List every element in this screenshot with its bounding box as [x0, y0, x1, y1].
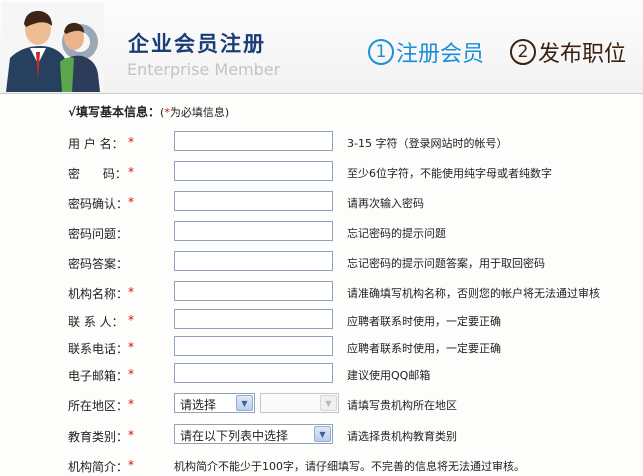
answer-label: 密码答案：	[68, 257, 129, 271]
confirm-password-label: 密码确认：	[68, 197, 129, 211]
required-mark: *	[128, 195, 134, 209]
province-select-value: 请选择	[180, 398, 217, 412]
province-select[interactable]: 请选择 ▼	[174, 393, 255, 413]
org-name-input[interactable]	[174, 281, 333, 301]
row-edu-type: 教育类别： * 请在以下列表中选择 ▼ 请选择贵机构教育类别	[0, 424, 643, 446]
row-intro: 机构简介： * 机构简介不能少于100字，请仔细填写。不完善的信息将无法通过审核…	[0, 454, 643, 476]
section-title: 填写基本信息：	[76, 105, 161, 119]
business-people-icon	[2, 2, 104, 92]
password-input[interactable]	[174, 161, 333, 181]
confirm-password-hint: 请再次输入密码	[347, 197, 424, 210]
required-mark: *	[128, 135, 134, 149]
step-post-job: 2 发布职位	[510, 36, 626, 68]
row-username: 用 户 名： * 3-15 字符（登录网站时的帐号）	[0, 131, 643, 153]
row-question: 密码问题： 忘记密码的提示问题	[0, 221, 643, 243]
row-org-name: 机构名称： * 请准确填写机构名称，否则您的帐户将无法通过审核	[0, 281, 643, 303]
phone-hint: 应聘者联系时使用，一定要正确	[347, 342, 501, 355]
section-heading: √填写基本信息：(*为必填信息)	[68, 103, 229, 120]
required-mark: *	[128, 367, 134, 381]
email-input[interactable]	[174, 363, 333, 383]
chevron-down-icon: ▼	[314, 426, 331, 442]
org-name-hint: 请准确填写机构名称，否则您的帐户将无法通过审核	[347, 287, 600, 300]
row-answer: 密码答案： 忘记密码的提示问题答案，用于取回密码	[0, 251, 643, 273]
password-label: 密 码：	[68, 167, 127, 181]
username-label: 用 户 名：	[68, 137, 124, 151]
edu-type-label: 教育类别：	[68, 430, 129, 444]
required-mark: *	[128, 313, 134, 327]
region-hint: 请填写贵机构所在地区	[347, 399, 457, 412]
required-mark: *	[128, 165, 134, 179]
row-password: 密 码： * 至少6位字符，不能使用纯字母或者纯数字	[0, 161, 643, 183]
confirm-password-input[interactable]	[174, 191, 333, 211]
phone-input[interactable]	[174, 336, 333, 356]
question-label: 密码问题：	[68, 227, 129, 241]
edu-type-hint: 请选择贵机构教育类别	[347, 430, 457, 443]
username-hint: 3-15 字符（登录网站时的帐号）	[347, 137, 508, 150]
chevron-down-icon: ▼	[320, 395, 337, 411]
required-mark: *	[128, 285, 134, 299]
edu-type-select-value: 请在以下列表中选择	[180, 429, 289, 443]
email-hint: 建议使用QQ邮箱	[347, 369, 431, 382]
intro-label: 机构简介：	[68, 460, 129, 474]
checkmark-icon: √	[68, 105, 77, 119]
row-confirm-password: 密码确认： * 请再次输入密码	[0, 191, 643, 213]
row-phone: 联系电话： * 应聘者联系时使用，一定要正确	[0, 336, 643, 358]
required-mark: *	[128, 397, 134, 411]
edu-type-select[interactable]: 请在以下列表中选择 ▼	[174, 424, 333, 444]
chevron-down-icon: ▼	[236, 395, 253, 411]
org-name-label: 机构名称：	[68, 287, 129, 301]
row-contact: 联 系 人： * 应聘者联系时使用，一定要正确	[0, 309, 643, 331]
answer-hint: 忘记密码的提示问题答案，用于取回密码	[347, 257, 545, 270]
page-subtitle: Enterprise Member	[127, 60, 281, 79]
phone-label: 联系电话：	[68, 342, 129, 356]
required-mark: *	[128, 458, 134, 472]
page-header: 企业会员注册 Enterprise Member 1 注册会员 2 发布职位	[0, 0, 643, 94]
region-label: 所在地区：	[68, 399, 129, 413]
step-number-1: 1	[368, 39, 394, 65]
city-select[interactable]: ▼	[260, 393, 339, 413]
contact-hint: 应聘者联系时使用，一定要正确	[347, 315, 501, 328]
required-mark: *	[128, 340, 134, 354]
email-label: 电子邮箱：	[68, 369, 129, 383]
answer-input[interactable]	[174, 251, 333, 271]
contact-label: 联 系 人：	[68, 315, 124, 329]
username-input[interactable]	[174, 131, 333, 151]
row-region: 所在地区： * 请选择 ▼ ▼ 请填写贵机构所在地区	[0, 393, 643, 415]
step-number-2: 2	[510, 39, 536, 65]
required-mark: *	[128, 428, 134, 442]
required-note: (*为必填信息)	[160, 106, 230, 119]
step-label-2: 发布职位	[538, 42, 627, 67]
question-hint: 忘记密码的提示问题	[347, 227, 446, 240]
password-hint: 至少6位字符，不能使用纯字母或者纯数字	[347, 167, 552, 180]
step-label-1: 注册会员	[396, 42, 485, 67]
intro-hint: 机构简介不能少于100字，请仔细填写。不完善的信息将无法通过审核。	[174, 460, 525, 473]
page-title: 企业会员注册	[128, 32, 266, 56]
contact-input[interactable]	[174, 309, 333, 329]
row-email: 电子邮箱： * 建议使用QQ邮箱	[0, 363, 643, 385]
question-input[interactable]	[174, 221, 333, 241]
step-register: 1 注册会员	[368, 36, 484, 68]
